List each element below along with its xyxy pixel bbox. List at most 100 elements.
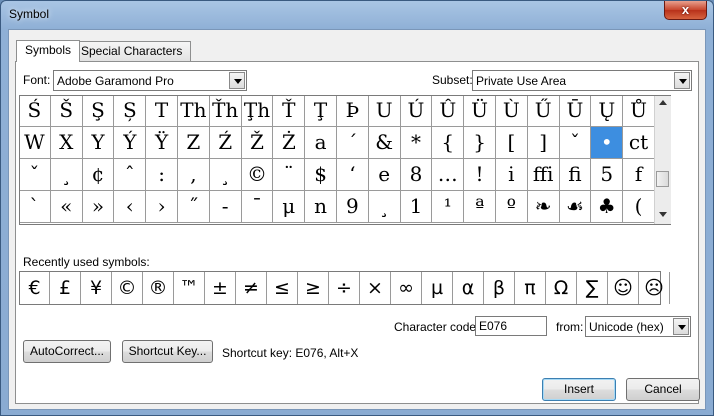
symbol-cell[interactable]: ¸ [368,191,401,223]
recent-symbol-cell[interactable]: £ [50,272,81,304]
symbol-cell[interactable]: Y [82,127,115,159]
symbol-cell[interactable]: { [432,127,465,159]
recent-symbol-cell[interactable]: ± [205,272,236,304]
symbol-cell[interactable]: » [82,191,115,223]
symbol-cell[interactable]: ¨ [273,159,306,191]
symbol-cell[interactable]: ¸ [209,159,242,191]
symbol-cell[interactable]: … [432,159,465,191]
symbol-cell[interactable]: 5 [591,159,624,191]
symbol-cell[interactable]: ( [623,191,655,223]
symbol-cell[interactable]: ❧ [527,191,560,223]
symbol-cell[interactable]: Ș [114,96,147,127]
symbol-cell[interactable]: Ź [209,127,242,159]
symbol-cell[interactable]: ct [623,127,655,159]
symbol-cell[interactable]: ¢ [82,159,115,191]
insert-button[interactable]: Insert [542,378,616,401]
symbol-cell[interactable]: * [400,127,433,159]
symbol-cell[interactable]: : [146,159,178,191]
symbol-cell[interactable]: Û [432,96,465,127]
symbol-cell[interactable]: Ý [114,127,147,159]
symbol-cell[interactable]: Z [177,127,210,159]
tab-special-characters[interactable]: Special Characters [72,41,192,61]
cancel-button[interactable]: Cancel [626,378,700,401]
symbol-cell[interactable]: Ţh [241,96,274,127]
symbol-cell[interactable]: W [20,127,51,159]
symbol-cell[interactable]: n [305,191,337,223]
symbol-cell[interactable]: fi [559,159,592,191]
shortcut-key-button[interactable]: Shortcut Key... [122,340,213,363]
recent-symbol-cell[interactable]: ¥ [81,272,112,304]
symbol-cell[interactable]: ☙ [559,191,592,223]
symbol-cell[interactable]: › [146,191,178,223]
symbol-cell[interactable]: ¸ [50,159,83,191]
symbol-cell[interactable]: Ţ [305,96,337,127]
from-select[interactable]: Unicode (hex) [585,316,691,337]
symbol-cell[interactable]: μ [273,191,306,223]
symbol-cell[interactable]: U [368,96,401,127]
recent-symbol-cell[interactable]: Ω [546,272,577,304]
font-select[interactable]: Adobe Garamond Pro [53,70,247,91]
symbol-cell[interactable]: Ťh [209,96,242,127]
recent-symbol-cell[interactable]: ® [143,272,174,304]
symbol-cell[interactable]: • [591,127,624,159]
chevron-down-icon[interactable] [674,72,690,89]
recent-symbol-cell[interactable]: α [453,272,484,304]
symbol-cell[interactable]: Ż [273,127,306,159]
symbol-cell[interactable]: Ù [495,96,528,127]
symbol-cell[interactable]: ª [464,191,496,223]
recent-symbol-cell[interactable]: ≥ [298,272,329,304]
symbol-cell[interactable]: } [464,127,496,159]
symbol-cell[interactable]: ˆ [114,159,147,191]
grid-scrollbar[interactable] [654,96,671,224]
symbol-cell[interactable]: Š [50,96,83,127]
symbol-cell[interactable]: - [209,191,242,223]
symbol-cell[interactable]: Ü [464,96,496,127]
symbol-cell[interactable]: [ [495,127,528,159]
symbol-cell[interactable]: i [495,159,528,191]
tab-symbols[interactable]: Symbols [16,40,81,62]
chevron-down-icon[interactable] [229,72,245,89]
symbol-cell[interactable]: Ů [623,96,655,127]
recent-symbol-cell[interactable]: π [515,272,546,304]
symbol-cell[interactable]: « [50,191,83,223]
recent-symbol-cell[interactable]: € [20,272,50,304]
symbol-cell[interactable]: ♣ [591,191,624,223]
symbol-cell[interactable]: $ [305,159,337,191]
symbol-cell[interactable]: Ū [559,96,592,127]
recent-symbol-cell[interactable]: ÷ [329,272,360,304]
close-button[interactable]: x [664,1,707,20]
symbol-cell[interactable]: Ş [82,96,115,127]
symbol-cell[interactable]: ! [464,159,496,191]
symbol-cell[interactable]: Ś [20,96,51,127]
recent-symbol-cell[interactable]: β [484,272,515,304]
symbol-cell[interactable]: Ž [241,127,274,159]
symbol-cell[interactable]: Ť [273,96,306,127]
recent-symbol-cell[interactable]: ☺ [608,272,639,304]
symbol-cell[interactable]: ´ [336,127,369,159]
symbol-cell[interactable]: º [495,191,528,223]
symbol-cell[interactable]: © [241,159,274,191]
symbol-cell[interactable]: 8 [400,159,433,191]
recent-symbol-cell[interactable]: ™ [174,272,205,304]
recent-symbol-cell[interactable]: × [360,272,391,304]
symbol-cell[interactable]: Ű [527,96,560,127]
symbol-cell[interactable]: a [305,127,337,159]
symbol-cell[interactable]: 1 [400,191,433,223]
symbol-cell[interactable]: , [177,159,210,191]
symbol-cell[interactable]: Ų [591,96,624,127]
symbol-cell[interactable]: ] [527,127,560,159]
symbol-cell[interactable]: ` [20,191,51,223]
symbol-cell[interactable]: ¹ [432,191,465,223]
symbol-cell[interactable]: Ÿ [146,127,178,159]
symbol-cell[interactable]: 9 [336,191,369,223]
character-code-input[interactable]: E076 [475,316,547,336]
symbol-cell[interactable]: X [50,127,83,159]
recent-symbol-cell[interactable]: ∞ [391,272,422,304]
recent-symbol-cell[interactable]: ☹ [639,272,670,304]
symbol-cell[interactable]: ‘ [336,159,369,191]
subset-select[interactable]: Private Use Area [472,70,692,91]
symbol-cell[interactable]: e [368,159,401,191]
symbol-cell[interactable]: ˇ [559,127,592,159]
title-bar[interactable]: Symbol x [1,1,713,29]
symbol-cell[interactable]: Þ [336,96,369,127]
